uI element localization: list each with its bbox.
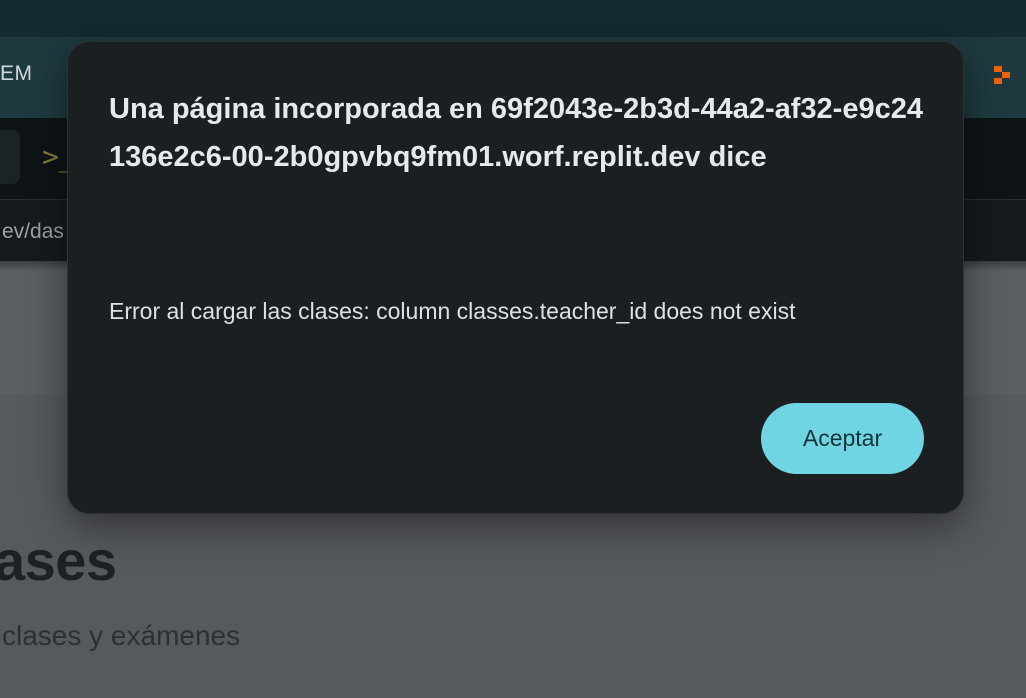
dialog-title: Una página incorporada en 69f2043e-2b3d-… (109, 93, 923, 173)
browser-tab-strip (0, 0, 1026, 37)
accept-button[interactable]: Aceptar (761, 403, 924, 474)
toolbar-button[interactable] (0, 130, 20, 184)
replit-logo-icon[interactable] (992, 64, 1016, 88)
alert-dialog: Una página incorporada en 69f2043e-2b3d-… (67, 41, 964, 514)
browser-tab-label[interactable]: EM (0, 62, 33, 86)
dialog-message: Error al cargar las clases: column class… (109, 298, 796, 324)
page-subtitle: clases y exámenes (2, 620, 241, 651)
page-title: ases (0, 529, 117, 592)
address-bar-url[interactable]: ev/das (2, 220, 64, 244)
